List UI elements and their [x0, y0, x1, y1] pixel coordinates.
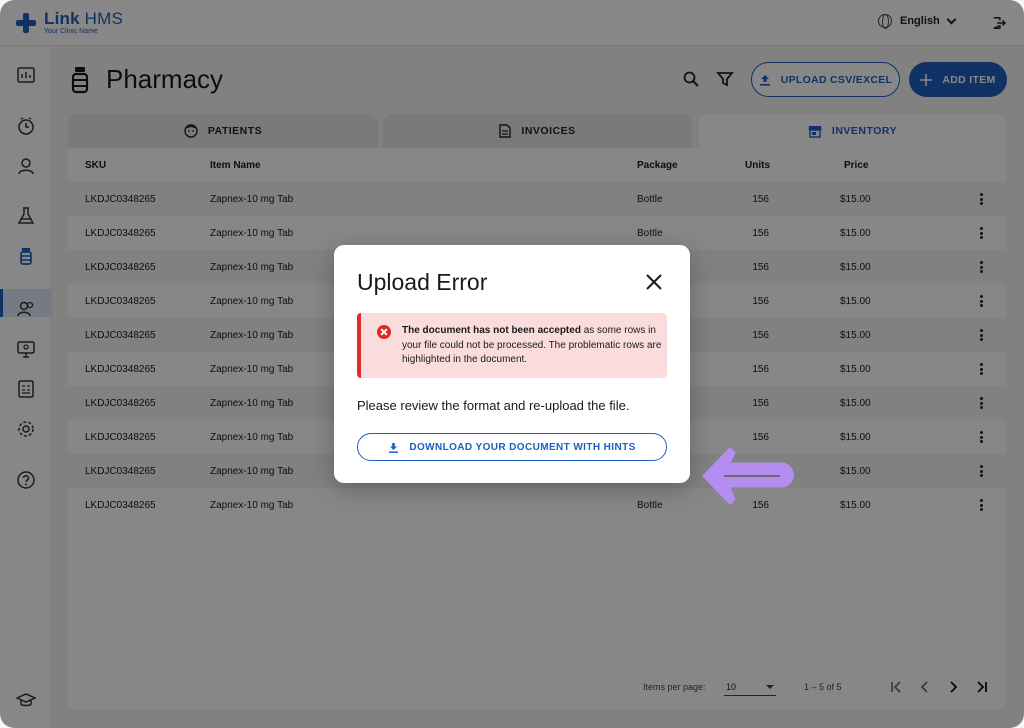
error-alert: The document has not been accepted as so… — [357, 313, 667, 378]
error-alert-text: The document has not been accepted as so… — [402, 325, 662, 365]
download-with-hints-label: DOWNLOAD YOUR DOCUMENT WITH HINTS — [409, 441, 636, 453]
annotation-arrow-icon — [702, 447, 794, 505]
close-icon[interactable] — [645, 273, 663, 291]
dialog-message: Please review the format and re-upload t… — [357, 398, 630, 413]
upload-error-dialog: Upload Error The document has not been a… — [334, 245, 690, 483]
download-with-hints-button[interactable]: DOWNLOAD YOUR DOCUMENT WITH HINTS — [357, 433, 667, 461]
dialog-title: Upload Error — [357, 269, 488, 295]
app-window: Link HMS Your Clinic Name English Pharma… — [0, 0, 1024, 728]
error-circle-icon — [377, 325, 391, 339]
download-icon — [388, 442, 399, 453]
